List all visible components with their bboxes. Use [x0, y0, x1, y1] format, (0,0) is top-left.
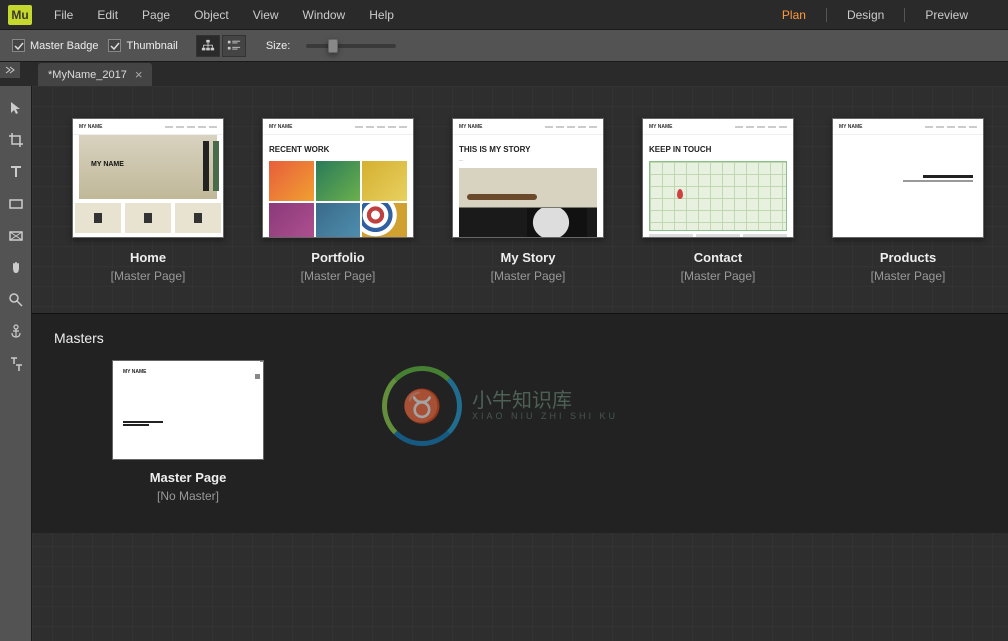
- slider-thumb[interactable]: [328, 39, 338, 53]
- document-tab-label: *MyName_2017: [48, 69, 127, 81]
- page-title: Portfolio: [311, 250, 364, 265]
- page-master-label: [Master Page]: [681, 269, 756, 283]
- plan-workspace: MY NAME MY NAME Home [Master Page] MY NA…: [32, 86, 1008, 641]
- page-master-label: [Master Page]: [301, 269, 376, 283]
- close-icon[interactable]: ×: [135, 67, 143, 82]
- thumb-brand: MY NAME: [123, 369, 147, 375]
- menu-window[interactable]: Window: [291, 2, 358, 28]
- thumb-nav: [355, 126, 407, 128]
- selection-tool[interactable]: [4, 96, 28, 120]
- page-thumbnail[interactable]: MY NAME KEEP IN TOUCH: [642, 118, 794, 238]
- thumb-brand: MY NAME: [839, 124, 863, 130]
- page-title: Contact: [694, 250, 742, 265]
- thumb-hero-text: RECENT WORK: [269, 145, 329, 154]
- master-thumbnail[interactable]: MY NAME: [112, 360, 264, 460]
- page-card-contact[interactable]: MY NAME KEEP IN TOUCH Contact [Master Pa…: [642, 118, 794, 283]
- checkbox-icon: [108, 39, 121, 52]
- thumb-nav: [735, 126, 787, 128]
- masters-section: Masters MY NAME Master Page [No Master]: [32, 313, 1008, 533]
- rectangle-tool[interactable]: [4, 192, 28, 216]
- page-thumbnail[interactable]: MY NAME: [832, 118, 984, 238]
- sitemap-view-button[interactable]: [196, 35, 220, 57]
- thumb-hero-text: MY NAME: [91, 161, 124, 168]
- menu-page[interactable]: Page: [130, 2, 182, 28]
- zoom-tool[interactable]: [4, 288, 28, 312]
- page-master-label: [Master Page]: [111, 269, 186, 283]
- view-mode-toggles: [196, 35, 246, 57]
- thumbnail-label: Thumbnail: [126, 40, 177, 52]
- document-tab[interactable]: *MyName_2017 ×: [38, 63, 152, 86]
- page-card-portfolio[interactable]: MY NAME RECENT WORK Portfolio [Master Pa…: [262, 118, 414, 283]
- thumb-brand: MY NAME: [79, 124, 103, 130]
- options-toolbar: Master Badge Thumbnail Size:: [0, 30, 1008, 62]
- tool-strip: [0, 86, 32, 641]
- master-card[interactable]: MY NAME Master Page [No Master]: [54, 360, 986, 503]
- size-slider[interactable]: [306, 44, 396, 48]
- thumb-subtext: —: [459, 157, 597, 162]
- thumb-brand: MY NAME: [459, 124, 483, 130]
- mode-plan[interactable]: Plan: [762, 2, 826, 28]
- anchor-tool[interactable]: [4, 320, 28, 344]
- thumb-brand: MY NAME: [269, 124, 293, 130]
- panel-collapse-button[interactable]: [0, 62, 20, 78]
- menu-file[interactable]: File: [42, 2, 85, 28]
- thumb-hero-text: KEEP IN TOUCH: [649, 145, 711, 154]
- menu-view[interactable]: View: [241, 2, 291, 28]
- page-title: Products: [880, 250, 936, 265]
- mode-design[interactable]: Design: [827, 2, 904, 28]
- menu-object[interactable]: Object: [182, 2, 241, 28]
- page-thumbnail[interactable]: MY NAME MY NAME: [72, 118, 224, 238]
- page-title: Home: [130, 250, 166, 265]
- size-label: Size:: [266, 40, 290, 52]
- document-tab-strip: *MyName_2017 ×: [0, 62, 1008, 86]
- mode-switcher: Plan Design Preview: [762, 2, 1008, 28]
- rectangle-frame-tool[interactable]: [4, 224, 28, 248]
- text-tool[interactable]: [4, 160, 28, 184]
- page-card-products[interactable]: MY NAME Products [Master Page]: [832, 118, 984, 283]
- masters-heading: Masters: [54, 330, 986, 346]
- vertical-text-tool[interactable]: [4, 352, 28, 376]
- mode-preview[interactable]: Preview: [905, 2, 988, 28]
- page-master-label: [Master Page]: [871, 269, 946, 283]
- page-thumbnail[interactable]: MY NAME RECENT WORK: [262, 118, 414, 238]
- menu-edit[interactable]: Edit: [85, 2, 130, 28]
- page-master-label: [Master Page]: [491, 269, 566, 283]
- page-card-home[interactable]: MY NAME MY NAME Home [Master Page]: [72, 118, 224, 283]
- checkbox-icon: [12, 39, 25, 52]
- master-sub-label: [No Master]: [112, 489, 264, 503]
- pages-row: MY NAME MY NAME Home [Master Page] MY NA…: [32, 86, 1008, 313]
- master-badge-checkbox[interactable]: Master Badge: [12, 39, 98, 52]
- thumb-nav: [165, 126, 217, 128]
- thumb-nav: [545, 126, 597, 128]
- master-badge-label: Master Badge: [30, 40, 98, 52]
- crop-tool[interactable]: [4, 128, 28, 152]
- menu-help[interactable]: Help: [357, 2, 406, 28]
- hand-tool[interactable]: [4, 256, 28, 280]
- thumb-brand: MY NAME: [649, 124, 673, 130]
- menu-bar: Mu File Edit Page Object View Window Hel…: [0, 0, 1008, 30]
- thumbnail-checkbox[interactable]: Thumbnail: [108, 39, 177, 52]
- thumb-hero-text: THIS IS MY STORY: [459, 145, 530, 154]
- page-card-mystory[interactable]: MY NAME THIS IS MY STORY — My Story [Mast…: [452, 118, 604, 283]
- list-view-button[interactable]: [222, 35, 246, 57]
- app-logo: Mu: [8, 5, 32, 25]
- thumb-nav: [925, 126, 977, 128]
- page-thumbnail[interactable]: MY NAME THIS IS MY STORY —: [452, 118, 604, 238]
- master-title: Master Page: [112, 470, 264, 485]
- page-title: My Story: [501, 250, 556, 265]
